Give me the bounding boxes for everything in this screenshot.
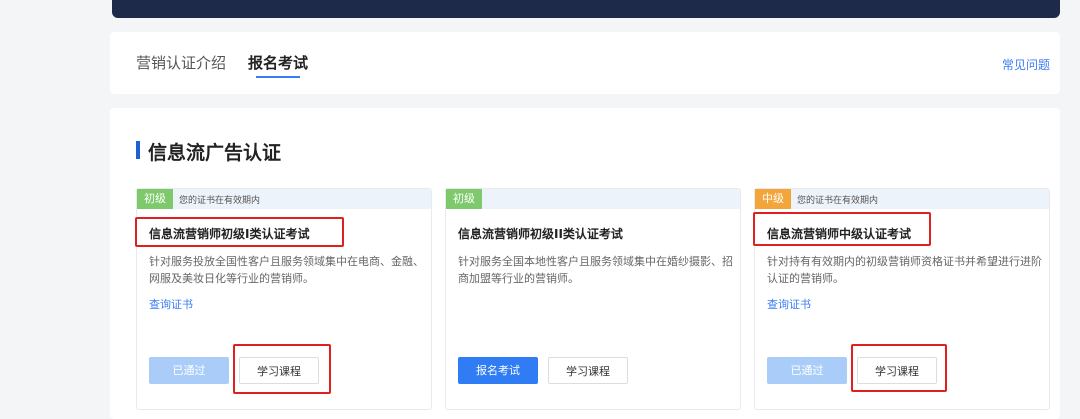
- level-badge: 初级: [446, 189, 482, 209]
- passed-button: 已通过: [767, 357, 847, 384]
- register-exam-button[interactable]: 报名考试: [458, 357, 538, 384]
- passed-button: 已通过: [149, 357, 229, 384]
- exam-card-junior-2: 初级 信息流营销师初级II类认证考试 针对服务全国本地性客户且服务领域集中在婚纱…: [445, 188, 741, 410]
- tab-bar: 营销认证介绍 报名考试 常见问题: [110, 32, 1060, 94]
- cert-status: 您的证书在有效期内: [797, 196, 879, 206]
- exam-title: 信息流营销师初级II类认证考试: [458, 227, 623, 241]
- card-header: 初级: [446, 189, 740, 209]
- tab-register-exam[interactable]: 报名考试: [248, 52, 308, 73]
- card-header: 中级 您的证书在有效期内: [755, 189, 1049, 209]
- highlight-box: [135, 217, 344, 247]
- query-certificate-link[interactable]: 查询证书: [149, 296, 193, 312]
- highlight-box: [233, 344, 331, 394]
- study-course-button[interactable]: 学习课程: [548, 357, 628, 384]
- faq-link[interactable]: 常见问题: [1002, 56, 1050, 73]
- highlight-box: [753, 212, 931, 246]
- exam-description: 针对持有有效期内的初级营销师资格证书并希望进行进阶认证的营销师。: [767, 255, 1042, 285]
- card-header: 初级 您的证书在有效期内: [137, 189, 431, 209]
- highlight-box: [851, 344, 947, 392]
- top-banner: [112, 0, 1060, 18]
- exam-description: 针对服务投放全国性客户且服务领域集中在电商、金融、网服及美妆日化等行业的营销师。: [149, 255, 424, 285]
- active-tab-indicator: [256, 76, 300, 78]
- section-title: 信息流广告认证: [136, 138, 281, 165]
- exam-description: 针对服务全国本地性客户且服务领域集中在婚纱摄影、招商加盟等行业的营销师。: [458, 255, 733, 285]
- level-badge: 初级: [137, 189, 173, 209]
- tab-intro[interactable]: 营销认证介绍: [136, 52, 226, 73]
- level-badge: 中级: [755, 189, 791, 209]
- cert-status: 您的证书在有效期内: [179, 196, 261, 206]
- query-certificate-link[interactable]: 查询证书: [767, 296, 811, 312]
